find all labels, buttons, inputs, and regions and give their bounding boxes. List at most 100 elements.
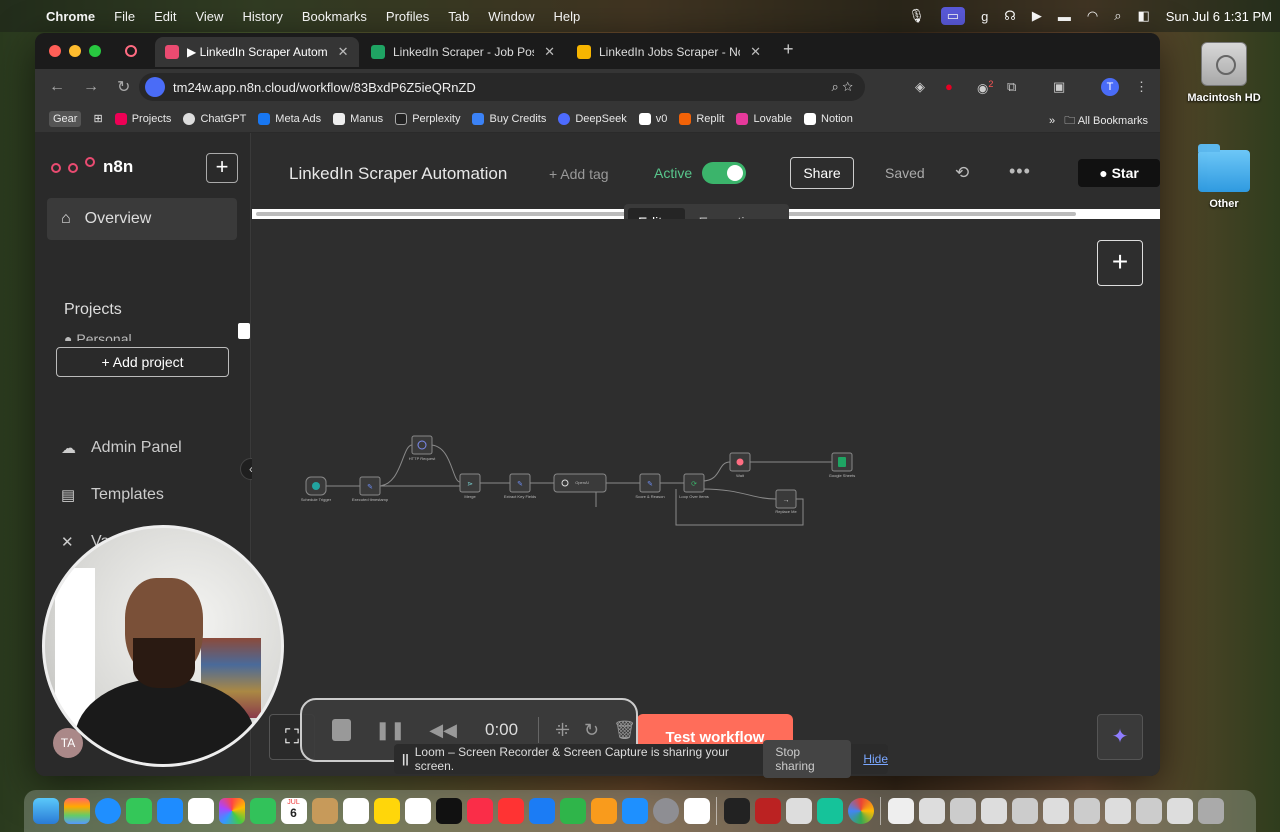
- menu-app-name[interactable]: Chrome: [46, 9, 95, 24]
- menu-file[interactable]: File: [114, 9, 135, 24]
- document-icon[interactable]: [949, 798, 976, 824]
- address-bar[interactable]: tm24w.app.n8n.cloud/workflow/83BxdP6Z5ie…: [139, 73, 865, 101]
- finder-icon[interactable]: [32, 798, 59, 824]
- capcut-icon[interactable]: [723, 798, 750, 824]
- sidebar-scrollbar[interactable]: [238, 323, 250, 339]
- close-tab-icon[interactable]: ✕: [544, 44, 555, 60]
- desktop-icon-other[interactable]: Other: [1179, 144, 1269, 210]
- grammarly-icon[interactable]: g: [981, 9, 988, 24]
- wifi-icon[interactable]: ◠: [1087, 8, 1098, 24]
- document-icon[interactable]: [1042, 798, 1069, 824]
- bookmark-chatgpt[interactable]: ChatGPT: [183, 112, 246, 125]
- document-icon[interactable]: [918, 798, 945, 824]
- node-replace-me[interactable]: → Replace Me: [775, 489, 797, 514]
- extension-badge-icon[interactable]: ◉2: [977, 79, 993, 96]
- zoom-and-bookmark-icons[interactable]: ⌕ ☆: [832, 79, 854, 95]
- music-icon[interactable]: [466, 798, 493, 824]
- apps-grid-icon[interactable]: ⊞: [93, 112, 102, 125]
- node-extract-key-fields[interactable]: ✎ Extract Key Fields: [504, 473, 536, 499]
- launchpad-icon[interactable]: [63, 798, 90, 824]
- pinterest-icon[interactable]: ●: [945, 79, 953, 94]
- menu-tab[interactable]: Tab: [448, 9, 469, 24]
- node-executed-timestamp[interactable]: ✎ Executed timestamp: [352, 476, 389, 502]
- restart-icon[interactable]: ↻: [584, 720, 599, 741]
- menu-profiles[interactable]: Profiles: [386, 9, 429, 24]
- add-tag-button[interactable]: + Add tag: [549, 166, 609, 182]
- downloads-icon[interactable]: [887, 798, 914, 824]
- podcast-icon[interactable]: ☊: [1004, 8, 1016, 24]
- menu-datetime[interactable]: Sun Jul 6 1:31 PM: [1166, 9, 1272, 24]
- puzzle-icon[interactable]: ⧉: [1007, 79, 1016, 95]
- system-settings-icon[interactable]: [652, 798, 679, 824]
- screen-share-icon[interactable]: ▭: [940, 7, 966, 25]
- close-tab-icon[interactable]: ✕: [750, 44, 761, 60]
- stop-sharing-button[interactable]: Stop sharing: [763, 740, 852, 778]
- bookmark-lovable[interactable]: Lovable: [736, 112, 792, 125]
- active-toggle[interactable]: [702, 162, 746, 184]
- bookmark-perplexity[interactable]: Perplexity: [395, 112, 460, 125]
- document-icon[interactable]: [1011, 798, 1038, 824]
- bookmark-notion[interactable]: Notion: [804, 112, 853, 125]
- workflow-canvas[interactable]: Schedule Trigger ✎ Executed timestamp HT…: [252, 219, 1160, 776]
- menu-bookmarks[interactable]: Bookmarks: [302, 9, 367, 24]
- extension-icon[interactable]: ◈: [915, 79, 925, 95]
- history-icon[interactable]: ⟲: [955, 163, 969, 183]
- all-bookmarks[interactable]: » 🗀 All Bookmarks: [1049, 112, 1148, 131]
- trash-icon[interactable]: [1197, 798, 1224, 824]
- bookmark-meta-ads[interactable]: Meta Ads: [258, 112, 321, 125]
- document-icon[interactable]: [1135, 798, 1162, 824]
- document-icon[interactable]: [980, 798, 1007, 824]
- bookmark-buy-credits[interactable]: Buy Credits: [472, 112, 546, 125]
- search-icon[interactable]: ⌕: [1114, 8, 1121, 24]
- node-http-request[interactable]: HTTP Request: [409, 435, 436, 461]
- hide-button[interactable]: Hide: [863, 752, 888, 766]
- menu-edit[interactable]: Edit: [154, 9, 176, 24]
- desktop-icon-macintosh-hd[interactable]: Macintosh HD: [1179, 42, 1269, 104]
- menu-history[interactable]: History: [242, 9, 282, 24]
- document-icon[interactable]: [1073, 798, 1100, 824]
- menu-help[interactable]: Help: [554, 9, 581, 24]
- bookmark-manus[interactable]: Manus: [333, 112, 383, 125]
- bookmark-gear[interactable]: Gear: [49, 110, 82, 127]
- numbers-icon[interactable]: [559, 798, 586, 824]
- n8n-logo[interactable]: n8n: [51, 157, 133, 177]
- close-window-button[interactable]: [49, 45, 61, 57]
- tab-google-sheets[interactable]: LinkedIn Scraper - Job Postin ✕: [361, 37, 565, 67]
- rewind-icon[interactable]: ◀◀: [429, 720, 457, 741]
- github-star-button[interactable]: ● Star: [1078, 159, 1160, 187]
- bookmark-v0[interactable]: v0: [638, 112, 667, 125]
- bookmark-deepseek[interactable]: DeepSeek: [558, 112, 627, 125]
- draw-icon[interactable]: ⁜: [555, 720, 570, 741]
- notes-icon[interactable]: [373, 798, 400, 824]
- battery-icon[interactable]: ▬: [1058, 9, 1071, 24]
- trash-icon[interactable]: 🗑: [613, 720, 636, 741]
- screenshot-icon[interactable]: [785, 798, 812, 824]
- pages-icon[interactable]: [590, 798, 617, 824]
- maximize-window-button[interactable]: [89, 45, 101, 57]
- reminders-icon[interactable]: [342, 798, 369, 824]
- share-button[interactable]: Share: [790, 157, 854, 189]
- sidebar-item-admin-panel[interactable]: ☁ Admin Panel: [61, 439, 182, 457]
- bookmark-replit[interactable]: Replit: [679, 112, 724, 125]
- menu-view[interactable]: View: [195, 9, 223, 24]
- ai-assistant-icon[interactable]: ✦: [1097, 714, 1143, 760]
- minimize-window-button[interactable]: [69, 45, 81, 57]
- chrome-icon[interactable]: [847, 798, 874, 824]
- dictionary-icon[interactable]: [754, 798, 781, 824]
- node-google-sheets[interactable]: Google Sheets: [829, 452, 855, 478]
- close-tab-icon[interactable]: ✕: [338, 44, 349, 60]
- tab-n8n[interactable]: ▶ LinkedIn Scraper Autom ✕: [155, 37, 359, 67]
- play-icon[interactable]: ▶: [1032, 8, 1042, 24]
- node-schedule-trigger[interactable]: Schedule Trigger: [301, 476, 332, 502]
- keynote-icon[interactable]: [528, 798, 555, 824]
- facetime-icon[interactable]: [249, 798, 276, 824]
- maps-icon[interactable]: [187, 798, 214, 824]
- mail-icon[interactable]: [156, 798, 183, 824]
- more-options-icon[interactable]: •••: [1009, 161, 1031, 182]
- menu-window[interactable]: Window: [488, 9, 534, 24]
- add-project-button[interactable]: + Add project: [56, 347, 229, 377]
- sidebar-item-personal[interactable]: ● Personal: [64, 331, 132, 341]
- apple-tv-icon[interactable]: [435, 798, 462, 824]
- tab-apify[interactable]: LinkedIn Jobs Scraper - No C ✕: [567, 37, 771, 67]
- back-icon[interactable]: ←: [49, 78, 69, 96]
